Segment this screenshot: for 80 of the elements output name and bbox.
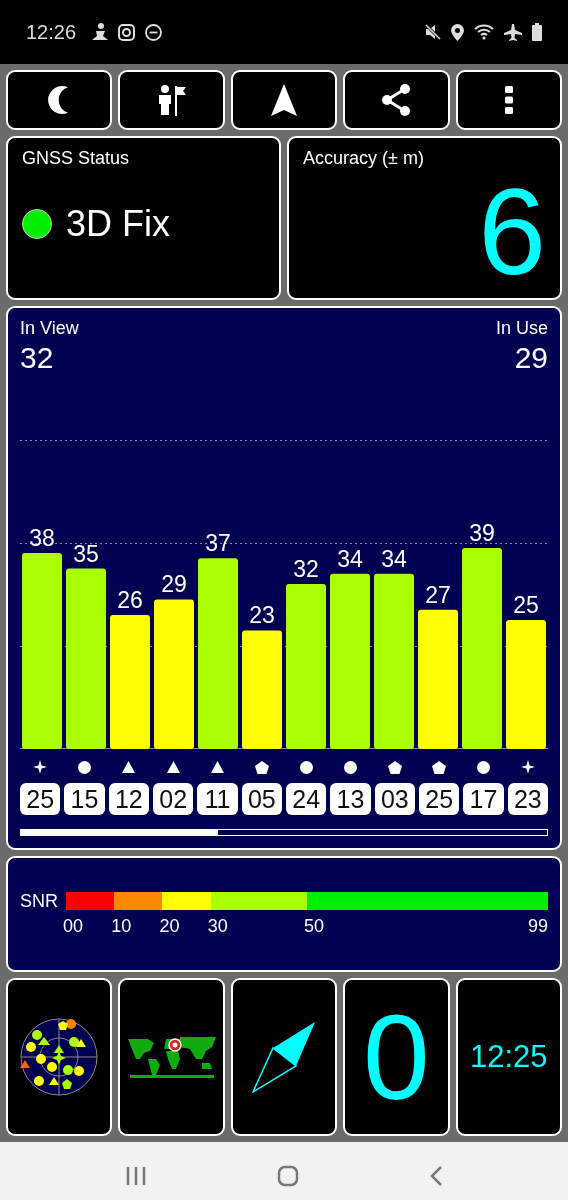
pentagon-icon: [387, 760, 402, 774]
scale-label: 30: [207, 916, 228, 937]
scale-label: 00: [63, 916, 84, 937]
recent-apps-icon[interactable]: [125, 1165, 147, 1187]
star-icon: [33, 760, 48, 774]
satellite-id: 05: [241, 783, 282, 815]
night-button[interactable]: [6, 70, 113, 130]
satellite-id: 11: [197, 783, 238, 815]
value-tile[interactable]: 0: [343, 978, 450, 1136]
card-title: GNSS Status: [22, 148, 130, 169]
do-not-disturb-icon: [145, 23, 163, 41]
snr-value: 35: [73, 540, 99, 567]
satellite-id: 12: [108, 783, 149, 815]
waypoint-button[interactable]: [118, 70, 225, 130]
snr-value: 23: [249, 602, 275, 629]
in-view-label: In View: [20, 318, 79, 339]
airplane-icon: [504, 23, 522, 41]
satellite-id: 03: [374, 783, 415, 815]
in-use-count: 29: [514, 341, 548, 375]
figure-icon: [92, 23, 109, 41]
home-icon[interactable]: [277, 1165, 299, 1187]
snr-value: 37: [205, 530, 231, 557]
snr-value: 34: [337, 545, 363, 572]
snr-value: 27: [425, 581, 451, 608]
mute-icon: [425, 24, 441, 40]
share-icon: [381, 84, 412, 116]
map-tile[interactable]: [118, 978, 225, 1136]
scale-label: 10: [111, 916, 132, 937]
share-button[interactable]: [343, 70, 450, 130]
compass-tile[interactable]: [230, 978, 338, 1136]
snr-value: 39: [469, 519, 495, 546]
snr-label: SNR: [20, 891, 58, 912]
scale-label: 99: [528, 916, 548, 937]
arrow-icon: [271, 84, 297, 116]
in-use-label: In Use: [495, 318, 548, 339]
circle-icon: [477, 760, 490, 774]
triangle-icon: [166, 761, 180, 773]
location-icon: [451, 23, 464, 41]
compass-needle-icon: [252, 1021, 316, 1093]
triangle-icon: [211, 761, 224, 773]
snr-value: 26: [117, 586, 143, 613]
satellite-id: 15: [64, 783, 105, 815]
in-view-count: 32: [20, 341, 54, 375]
satellite-id: 17: [463, 783, 504, 815]
satellite-id: 13: [330, 783, 371, 815]
circle-icon: [299, 760, 313, 774]
status-time: 12:26: [26, 20, 77, 44]
navigate-button[interactable]: [230, 70, 338, 130]
snr-value: 34: [381, 545, 407, 572]
back-icon[interactable]: [429, 1165, 443, 1187]
pentagon-icon: [432, 760, 447, 774]
circle-icon: [78, 760, 91, 774]
satellite-id: 02: [153, 783, 194, 815]
snr-value: 38: [29, 525, 55, 552]
scale-label: 50: [304, 916, 325, 937]
person-flag-icon: [156, 84, 187, 116]
snr-value: 29: [161, 571, 187, 598]
snr-value: 25: [513, 592, 539, 619]
camera-icon: [118, 23, 136, 41]
satellite-id: 25: [419, 783, 460, 815]
skyplot-tile[interactable]: [6, 978, 113, 1136]
clock-tile[interactable]: 12:25: [455, 978, 562, 1136]
more-icon: [504, 86, 513, 114]
fix-status: 3D Fix: [66, 203, 170, 245]
card-title: Accuracy (± m): [303, 148, 424, 169]
speed-value: 0: [363, 997, 430, 1117]
pentagon-icon: [254, 760, 269, 774]
star-icon: [520, 760, 535, 774]
battery-icon: [532, 23, 542, 41]
wifi-icon: [474, 24, 494, 40]
triangle-icon: [122, 761, 136, 773]
satellite-id: 25: [20, 783, 61, 815]
more-button[interactable]: [455, 70, 562, 130]
accuracy-value: 6: [478, 176, 546, 288]
satellite-id: 23: [507, 783, 548, 815]
clock-time: 12:25: [470, 1039, 548, 1075]
circle-icon: [344, 760, 357, 774]
scale-label: 20: [159, 916, 180, 937]
snr-value: 32: [293, 556, 319, 582]
satellite-id: 24: [286, 783, 327, 815]
